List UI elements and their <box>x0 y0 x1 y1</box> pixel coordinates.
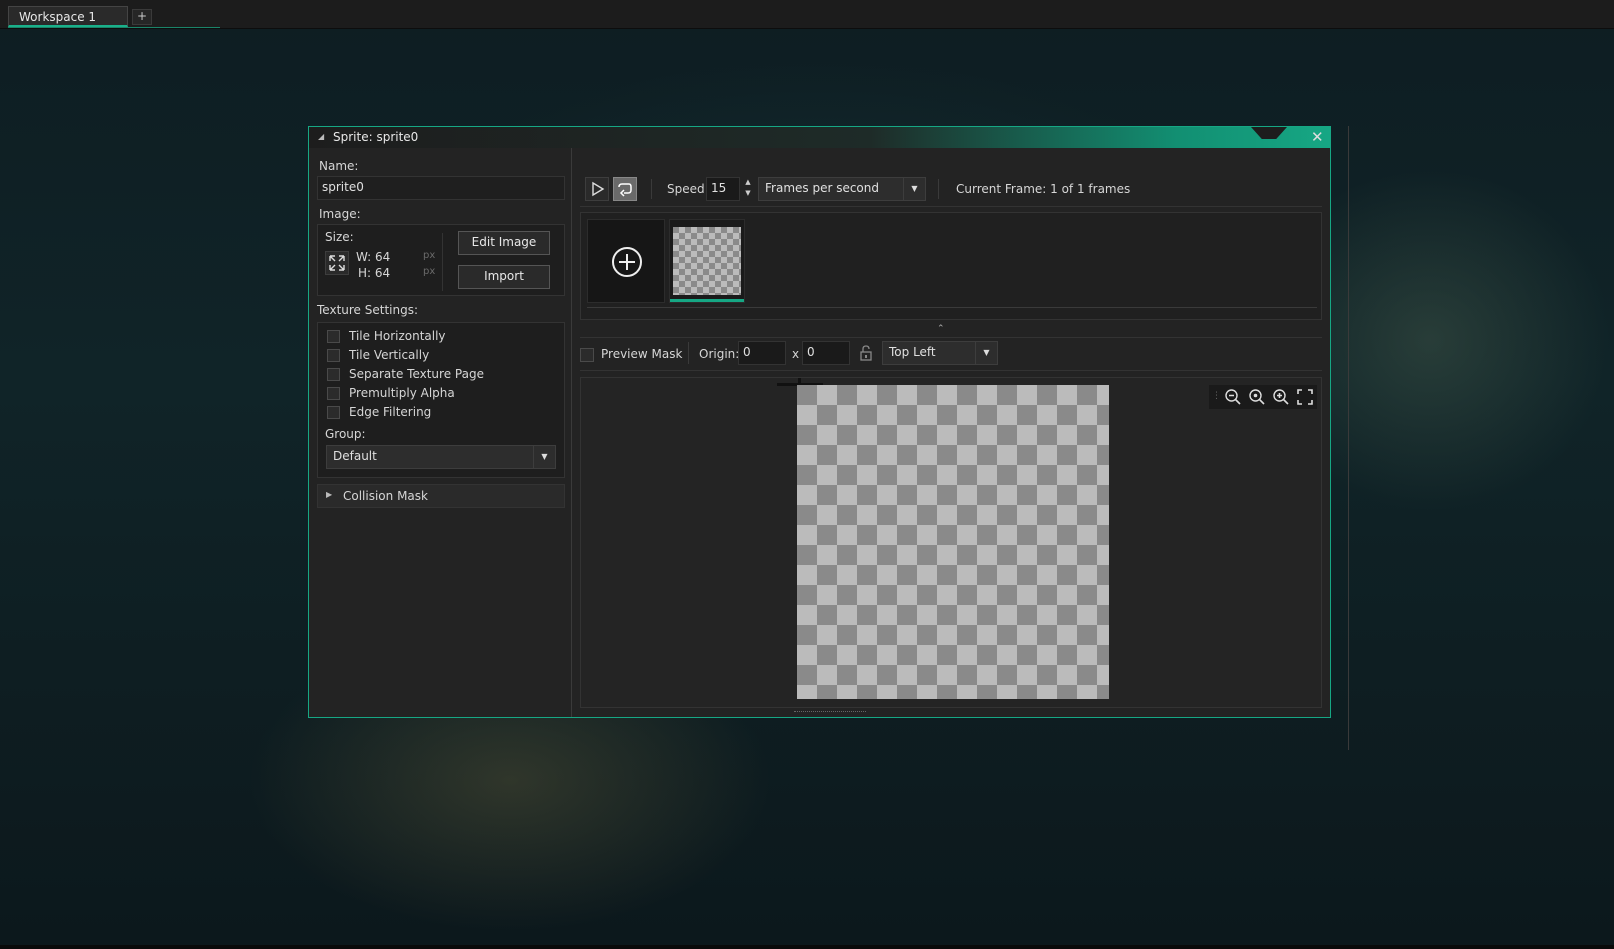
window-titlebar[interactable]: ◢ Sprite: sprite0 ✕ <box>309 127 1330 148</box>
toolbar-rule <box>580 206 1322 207</box>
sprite-canvas[interactable]: ⋮ <box>580 377 1322 708</box>
preview-mask-checkbox[interactable] <box>580 348 594 362</box>
preview-mask-label: Preview Mask <box>601 347 683 361</box>
origin-rule <box>580 370 1322 371</box>
origin-separator <box>688 342 689 364</box>
collision-mask-header[interactable]: ▶ Collision Mask <box>317 484 565 508</box>
add-frame-icon <box>612 247 642 277</box>
sprite-preview-panel: Speed: 15 ▲ ▼ Frames per second ▼ Current… <box>571 148 1331 717</box>
premultiply-alpha-label: Premultiply Alpha <box>349 386 455 400</box>
import-button[interactable]: Import <box>458 265 550 289</box>
zoom-reset-icon[interactable] <box>1247 387 1267 407</box>
width-value: W: 64 <box>356 250 391 264</box>
tile-horizontally-label: Tile Horizontally <box>349 329 446 343</box>
frame-timeline-rule <box>587 307 1317 308</box>
origin-preset-value: Top Left <box>889 345 936 359</box>
loop-icon[interactable] <box>613 177 637 201</box>
toolbar-separator <box>938 179 939 199</box>
fit-to-screen-icon[interactable] <box>1295 387 1315 407</box>
unlock-icon[interactable] <box>858 343 874 363</box>
collision-mask-label: Collision Mask <box>343 489 428 503</box>
group-selected-value: Default <box>333 449 377 463</box>
sprite-editor-window: ◢ Sprite: sprite0 ✕ Name: sprite0 Image:… <box>308 126 1331 718</box>
origin-separator-x: x <box>792 347 800 361</box>
add-frame-button[interactable] <box>587 219 665 303</box>
texture-settings-label: Texture Settings: <box>317 303 419 317</box>
chevron-down-icon: ▼ <box>975 342 997 364</box>
resize-grip[interactable] <box>794 711 866 714</box>
height-unit: px <box>423 266 436 277</box>
play-icon[interactable] <box>585 177 609 201</box>
zoom-out-icon[interactable] <box>1223 387 1243 407</box>
frame-thumbnail-image <box>673 227 741 295</box>
group-select[interactable]: Default ▼ <box>326 445 556 469</box>
zoom-toolbar: ⋮ <box>1209 385 1317 409</box>
size-divider <box>442 233 443 291</box>
selected-frame-indicator <box>670 299 744 302</box>
height-value: H: 64 <box>358 266 391 280</box>
texture-settings-box: Tile Horizontally Tile Vertically Separa… <box>317 322 565 478</box>
width-unit: px <box>423 250 436 261</box>
workspace-divider <box>1348 126 1349 750</box>
origin-y-input[interactable]: 0 <box>802 341 850 365</box>
tile-vertically-checkbox[interactable] <box>327 349 340 362</box>
workspace-tabbar: Workspace 1 + <box>0 0 1614 29</box>
tab-underline <box>8 27 220 28</box>
group-label: Group: <box>325 427 366 441</box>
current-frame-text: Current Frame: 1 of 1 frames <box>956 182 1131 196</box>
speed-unit-value: Frames per second <box>765 181 879 195</box>
sprite-properties-panel: Name: sprite0 Image: Size: W: 64 H: 64 p… <box>309 148 571 717</box>
tile-vertically-label: Tile Vertically <box>349 348 430 362</box>
close-button[interactable]: ✕ <box>1311 129 1324 145</box>
size-label: Size: <box>325 230 354 244</box>
image-label: Image: <box>319 207 361 221</box>
origin-x-input[interactable]: 0 <box>738 341 786 365</box>
sprite-image <box>797 385 1109 699</box>
image-box: Size: W: 64 H: 64 px px Edit Image Impor… <box>317 224 565 296</box>
resize-icon[interactable] <box>325 251 349 275</box>
tab-workspace-1[interactable]: Workspace 1 <box>8 6 128 27</box>
edge-filtering-checkbox[interactable] <box>327 406 340 419</box>
chevron-down-icon: ▼ <box>533 446 555 468</box>
collapse-icon[interactable]: ◢ <box>318 132 324 141</box>
status-strip <box>0 945 1614 949</box>
speed-stepper[interactable]: ▲ ▼ <box>742 177 754 201</box>
chevron-down-icon: ▼ <box>903 178 925 200</box>
zoom-in-icon[interactable] <box>1271 387 1291 407</box>
window-title: Sprite: sprite0 <box>333 130 419 144</box>
separate-texture-page-checkbox[interactable] <box>327 368 340 381</box>
frame-strip <box>580 212 1322 320</box>
premultiply-alpha-checkbox[interactable] <box>327 387 340 400</box>
drag-handle-icon[interactable]: ⋮ <box>1212 391 1221 401</box>
origin-preset-select[interactable]: Top Left ▼ <box>882 341 998 365</box>
edit-image-button[interactable]: Edit Image <box>458 231 550 255</box>
titlebar-notch <box>1251 127 1287 139</box>
add-workspace-button[interactable]: + <box>132 9 152 25</box>
speed-input[interactable]: 15 <box>706 177 740 201</box>
name-input[interactable]: sprite0 <box>317 176 565 200</box>
origin-label: Origin: <box>699 347 740 361</box>
tile-horizontally-checkbox[interactable] <box>327 330 340 343</box>
speed-label: Speed: <box>667 182 709 196</box>
frame-thumbnail[interactable] <box>669 219 745 303</box>
separate-texture-page-label: Separate Texture Page <box>349 367 484 381</box>
edge-filtering-label: Edge Filtering <box>349 405 432 419</box>
speed-unit-select[interactable]: Frames per second ▼ <box>758 177 926 201</box>
strip-divider <box>580 337 1322 338</box>
toolbar-separator <box>651 179 652 199</box>
collapse-up-icon[interactable]: ⌃ <box>937 324 945 334</box>
name-label: Name: <box>319 159 359 173</box>
expand-arrow-icon: ▶ <box>326 490 333 499</box>
